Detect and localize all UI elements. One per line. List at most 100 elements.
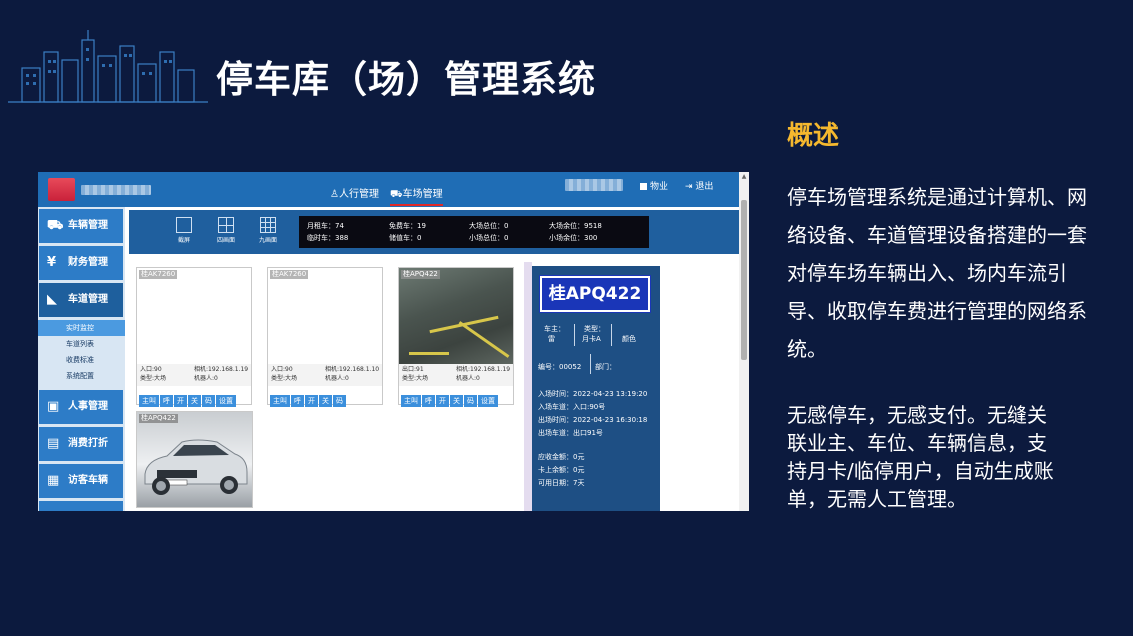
sidebar-item-finance-management[interactable]: ¥ 财务管理 (39, 246, 123, 280)
amount-due: 应收金额：0元 (538, 453, 585, 461)
section-title: 概述 (787, 121, 840, 151)
code-button[interactable]: 码 (202, 395, 215, 407)
lane-marking (458, 321, 510, 358)
exit-lane: 出场车道：出口91号 (538, 429, 603, 437)
intercom-button[interactable]: 呼 (160, 395, 173, 407)
entry-lane: 入场车道：入口:90号 (538, 403, 606, 411)
exit-time: 出场时间：2022-04-23 16:30:18 (538, 416, 648, 424)
type-value: 月卡A (582, 335, 601, 343)
app-screenshot: ♙人行管理 ⛟车场管理 物业 ⇥ 退出 ▲ ⛟ 车辆管理 ¥ 财务管理 ◣ 车道管理 … (38, 172, 749, 511)
city-skyline-decoration (8, 30, 208, 103)
camera-view[interactable] (399, 268, 513, 364)
sidebar-item-visitor-vehicles[interactable]: ▦ 访客车辆 (39, 464, 123, 498)
close-gate-button[interactable]: 关 (188, 395, 201, 407)
valid-days: 可用日期：7天 (538, 479, 585, 487)
separator (590, 354, 591, 374)
lane-marking (409, 352, 449, 355)
intercom-button[interactable]: 呼 (291, 395, 304, 407)
camera-view[interactable] (268, 268, 382, 364)
camera-view[interactable] (137, 268, 251, 364)
owner-label: 车主： (544, 325, 565, 333)
yen-icon: ¥ (47, 255, 57, 270)
square-icon (640, 183, 647, 190)
id-card-icon: ▣ (47, 399, 60, 414)
open-gate-button[interactable]: 开 (174, 395, 187, 407)
car-icon: ⛟ (390, 189, 403, 200)
open-gate-button[interactable]: 开 (436, 395, 449, 407)
sidebar-item-hr-management[interactable]: ▣ 人事管理 (39, 390, 123, 424)
app-header: ♙人行管理 ⛟车场管理 物业 ⇥ 退出 (38, 172, 739, 207)
sidebar-item-discount[interactable]: ▤ 消费打折 (39, 427, 123, 461)
call-button[interactable]: 主叫 (401, 395, 421, 407)
camera-panel: 桂AK7260 入口:90 相机:192.168.1.10 类型:大场 机器人:… (267, 267, 383, 407)
code-button[interactable]: 码 (464, 395, 477, 407)
exit-icon: ⇥ (685, 182, 693, 192)
submenu-system-config[interactable]: 系统配置 (38, 368, 125, 384)
camera-buttons: 主叫呼开关码 (270, 388, 347, 407)
discount-icon: ▤ (47, 436, 60, 451)
vehicle-number: 编号：00052 (538, 363, 582, 371)
vehicle-snapshot[interactable]: 桂APQ422 (136, 411, 253, 508)
person-icon: ♙ (330, 189, 339, 200)
nav-parking-management[interactable]: ⛟车场管理 (390, 188, 443, 206)
code-button[interactable]: 码 (333, 395, 346, 407)
property-link[interactable]: 物业 (640, 181, 668, 193)
type-label: 类型： (584, 325, 605, 333)
parking-stats-panel: 月租车：74 临时车：388 免费车：19 储值车：0 大场总位：0 小场总位：… (299, 216, 649, 248)
nine-view-button[interactable]: 九画面 (251, 217, 285, 244)
call-button[interactable]: 主叫 (139, 395, 159, 407)
stat-large-remaining: 大场余位：9518 (549, 222, 602, 230)
plate-tag: 桂APQ422 (401, 270, 440, 279)
intercom-button[interactable]: 呼 (422, 395, 435, 407)
camera-panel: 桂APQ422 出口:91 相机:192.168.1.19 类型:大场 机器人:… (398, 267, 514, 407)
stat-large-total: 大场总位：0 (469, 222, 509, 230)
call-button[interactable]: 主叫 (270, 395, 290, 407)
separator (574, 324, 575, 346)
logout-link[interactable]: ⇥ 退出 (685, 181, 713, 193)
camera-info: 入口:90 相机:192.168.1.10 类型:大场 机器人:0 (268, 364, 382, 386)
lane-submenu: 实时监控 车道列表 收费标准 系统配置 (38, 320, 125, 384)
submenu-realtime-monitor[interactable]: 实时监控 (38, 320, 125, 336)
stat-monthly: 月租车：74 (307, 222, 344, 230)
open-gate-button[interactable]: 开 (305, 395, 318, 407)
sidebar-item-lane-management[interactable]: ◣ 车道管理 (39, 283, 123, 317)
blurred-user-name (565, 179, 623, 191)
nav-person-management[interactable]: ♙人行管理 (330, 188, 379, 202)
car-image (144, 439, 248, 495)
separator (611, 324, 612, 346)
sidebar-item-vehicle-management[interactable]: ⛟ 车辆管理 (39, 209, 123, 243)
slide-title: 停车库（场）管理系统 (216, 58, 596, 101)
monitor-toolbar: 截屏 四画面 九画面 月租车：74 临时车：388 免费车：19 储值车：0 大… (129, 210, 739, 254)
submenu-lane-list[interactable]: 车道列表 (38, 336, 125, 352)
close-gate-button[interactable]: 关 (450, 395, 463, 407)
vehicle-info-panel: 桂APQ422 车主： 雷 类型： 月卡A 颜色 编号：00052 部门： 入场… (532, 266, 660, 511)
camera-buttons: 主叫呼开关码设置 (139, 388, 237, 407)
plate-tag: 桂AK7260 (139, 270, 178, 279)
scroll-up-arrow-icon[interactable]: ▲ (739, 172, 749, 182)
sidebar-item-more[interactable] (39, 501, 123, 511)
close-gate-button[interactable]: 关 (319, 395, 332, 407)
plate-tag: 桂APQ422 (139, 414, 178, 423)
blurred-app-name (81, 185, 151, 195)
card-balance: 卡上余额：0元 (538, 466, 585, 474)
settings-button[interactable]: 设置 (216, 395, 236, 407)
screenshot-icon (176, 217, 192, 233)
four-view-button[interactable]: 四画面 (209, 217, 243, 244)
plate-tag: 桂AK7260 (270, 270, 309, 279)
screenshot-button[interactable]: 截屏 (167, 217, 201, 244)
department: 部门： (595, 363, 616, 371)
entry-time: 入场时间：2022-04-23 13:19:20 (538, 390, 648, 398)
owner-value: 雷 (548, 335, 555, 343)
car-icon: ⛟ (47, 218, 64, 233)
color-label: 颜色 (622, 335, 636, 343)
grid-9-icon (260, 217, 276, 233)
settings-button[interactable]: 设置 (478, 395, 498, 407)
stat-small-remaining: 小场余位：300 (549, 234, 598, 242)
camera-buttons: 主叫呼开关码设置 (401, 388, 499, 407)
camera-panel: 桂AK7260 入口:90 相机:192.168.1.19 类型:大场 机器人:… (136, 267, 252, 407)
panel-divider (524, 262, 532, 511)
scroll-thumb[interactable] (741, 200, 747, 360)
submenu-fee-standard[interactable]: 收费标准 (38, 352, 125, 368)
camera-info: 入口:90 相机:192.168.1.19 类型:大场 机器人:0 (137, 364, 251, 386)
vertical-scrollbar[interactable]: ▲ (739, 172, 749, 511)
